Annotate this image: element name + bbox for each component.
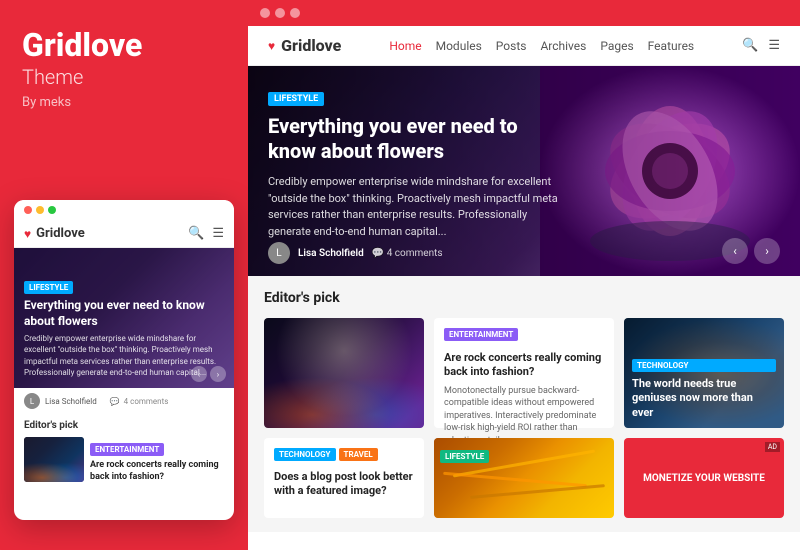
mobile-nav-icons: 🔍 ☰ [188, 226, 224, 241]
hero-content: LIFESTYLE Everything you ever need to kn… [268, 86, 560, 240]
einstein-card[interactable]: TECHNOLOGY The world needs true geniuses… [624, 318, 784, 428]
site-heart-icon: ♥ [268, 39, 275, 53]
ad-card[interactable]: AD MONETIZE YOUR WEBSITE [624, 438, 784, 518]
mobile-card: ENTERTAINMENT Are rock concerts really c… [24, 437, 224, 483]
travel-tag: TRAVEL [339, 448, 378, 461]
hero-next-arrow[interactable]: › [754, 238, 780, 264]
entertainment-tag: ENTERTAINMENT [444, 328, 518, 341]
editors-section: Editor's pick ENTERTAINMENT Are rock con… [248, 276, 800, 532]
site-nav: ♥ Gridlove Home Modules Posts Archives P… [248, 26, 800, 66]
mobile-comments: 💬 4 comments [110, 397, 169, 406]
browser-dot-2 [275, 8, 285, 18]
hero-author-name: Lisa Scholfield [298, 248, 364, 259]
entertainment-card[interactable]: ENTERTAINMENT Are rock concerts really c… [434, 318, 614, 428]
nav-link-archives[interactable]: Archives [540, 39, 586, 53]
mobile-card-content: ENTERTAINMENT Are rock concerts really c… [90, 437, 224, 483]
mobile-hero-arrows: ‹ › [191, 366, 226, 382]
hero-author-row: L Lisa Scholfield 💬 4 comments [268, 242, 443, 264]
window-dot-green [48, 206, 56, 214]
mobile-author-row: L Lisa Scholfield 💬 4 comments [14, 388, 234, 414]
window-dot-yellow [36, 206, 44, 214]
hero-comments: 💬 4 comments [372, 248, 443, 259]
nav-link-pages[interactable]: Pages [600, 39, 633, 53]
mobile-card-image [24, 437, 84, 482]
bottom-tag-row: TECHNOLOGY TRAVEL [274, 448, 414, 465]
einstein-card-title: The world needs true geniuses now more t… [632, 377, 776, 420]
lifestyle-tag-wrapper: LIFESTYLE [440, 444, 489, 467]
technology-tag-2: TECHNOLOGY [274, 448, 336, 461]
brand-author: By meks [22, 95, 226, 110]
browser-dot-1 [260, 8, 270, 18]
comment-icon: 💬 [110, 397, 120, 406]
site-search-icon[interactable]: 🔍 [742, 38, 758, 53]
blog-post-card[interactable]: TECHNOLOGY TRAVEL Does a blog post look … [264, 438, 424, 518]
browser-window: ♥ Gridlove Home Modules Posts Archives P… [248, 0, 800, 550]
mobile-next-arrow[interactable]: › [210, 366, 226, 382]
lifestyle-card[interactable]: LIFESTYLE [434, 438, 614, 518]
mobile-editors-title: Editor's pick [24, 420, 224, 431]
nav-link-posts[interactable]: Posts [496, 39, 527, 53]
ad-label: MONETIZE YOUR WEBSITE [643, 473, 765, 484]
concert-card[interactable] [264, 318, 424, 428]
einstein-overlay: TECHNOLOGY The world needs true geniuses… [624, 318, 784, 428]
hero-arrows: ‹ › [722, 238, 780, 264]
mobile-card-title: Are rock concerts really coming back int… [90, 460, 224, 483]
mobile-logo-text: Gridlove [36, 226, 85, 241]
mobile-editors-pick: Editor's pick ENTERTAINMENT Are rock con… [14, 414, 234, 483]
editors-grid: ENTERTAINMENT Are rock concerts really c… [264, 318, 784, 428]
mobile-prev-arrow[interactable]: ‹ [191, 366, 207, 382]
stage-light [264, 318, 424, 428]
browser-dot-3 [290, 8, 300, 18]
hero-tag: LIFESTYLE [268, 92, 324, 106]
site-hero: LIFESTYLE Everything you ever need to kn… [248, 66, 800, 276]
concert-image [264, 318, 424, 428]
mobile-preview: ♥ Gridlove 🔍 ☰ LIFESTYLE Everything you … [14, 200, 234, 520]
editors-bottom: TECHNOLOGY TRAVEL Does a blog post look … [264, 438, 784, 518]
ad-text: MONETIZE YOUR WEBSITE [624, 438, 784, 518]
mobile-top-bar [14, 200, 234, 220]
mobile-menu-icon[interactable]: ☰ [212, 226, 224, 241]
hero-prev-arrow[interactable]: ‹ [722, 238, 748, 264]
site-logo-text: Gridlove [281, 36, 341, 55]
nav-link-features[interactable]: Features [648, 39, 694, 53]
mobile-nav: ♥ Gridlove 🔍 ☰ [14, 220, 234, 248]
window-dot-red [24, 206, 32, 214]
brand-title: Gridlove [22, 28, 226, 63]
site-menu-icon[interactable]: ☰ [768, 38, 780, 53]
browser-chrome [248, 0, 800, 26]
left-panel: Gridlove Theme By meks ♥ Gridlove 🔍 ☰ LI… [0, 0, 248, 550]
mobile-hero: LIFESTYLE Everything you ever need to kn… [14, 248, 234, 388]
mobile-logo: ♥ Gridlove [24, 226, 85, 241]
blog-post-title: Does a blog post look better with a feat… [274, 470, 414, 499]
mobile-search-icon[interactable]: 🔍 [188, 226, 204, 241]
nav-link-home[interactable]: Home [389, 39, 421, 53]
mobile-hero-content: LIFESTYLE Everything you ever need to kn… [24, 275, 224, 378]
hero-excerpt: Credibly empower enterprise wide mindsha… [268, 174, 560, 240]
nav-links: Home Modules Posts Archives Pages Featur… [389, 39, 694, 53]
technology-tag: TECHNOLOGY [632, 359, 776, 372]
entertainment-card-title: Are rock concerts really coming back int… [444, 351, 604, 380]
hero-title: Everything you ever need to know about f… [268, 114, 560, 164]
mobile-author-name: Lisa Scholfield [45, 397, 97, 406]
brand-logo: Gridlove Theme By meks [22, 28, 226, 110]
card-tag-row: ENTERTAINMENT [444, 328, 604, 345]
site-logo: ♥ Gridlove [268, 36, 341, 55]
mobile-hero-title: Everything you ever need to know about f… [24, 298, 224, 329]
mobile-card-tag: ENTERTAINMENT [90, 443, 164, 456]
mobile-avatar: L [24, 393, 40, 409]
mobile-hero-tag: LIFESTYLE [24, 281, 73, 294]
brand-subtitle: Theme [22, 65, 226, 89]
hero-avatar: L [268, 242, 290, 264]
lifestyle-tag: LIFESTYLE [440, 450, 489, 463]
nav-icons: 🔍 ☰ [742, 38, 780, 53]
heart-icon: ♥ [24, 227, 31, 241]
nav-link-modules[interactable]: Modules [436, 39, 482, 53]
editors-title: Editor's pick [264, 290, 784, 306]
